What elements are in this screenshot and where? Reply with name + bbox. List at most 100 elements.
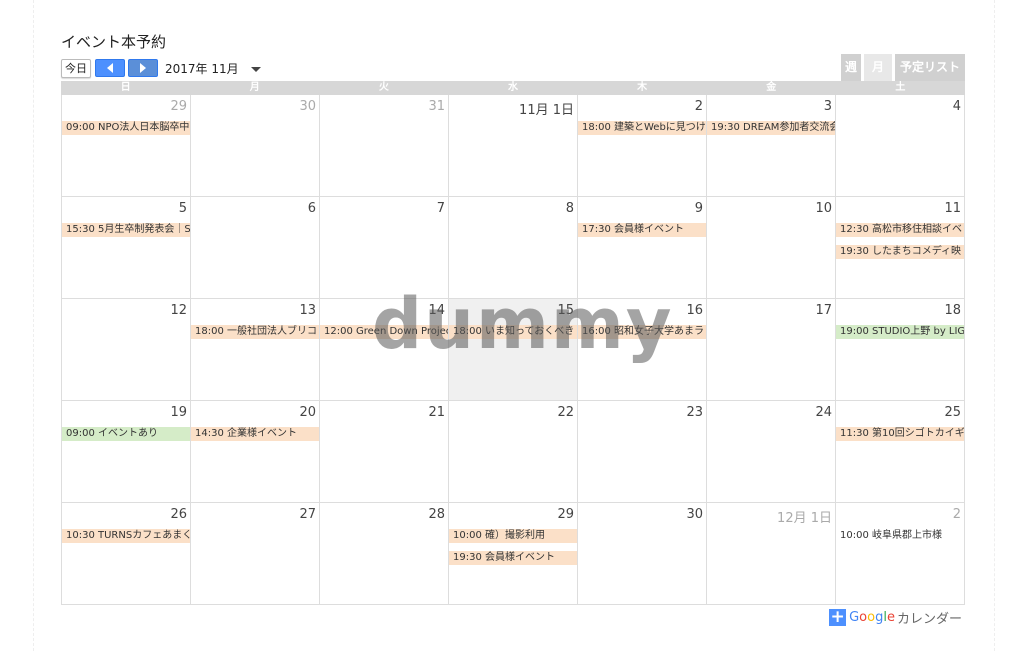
calendar-event[interactable]: 10:00 確）撮影利用 <box>449 529 577 543</box>
week-row: 26 10:30 TURNSカフェあまく 27 28 29 10:00 確）撮影利用 19:… <box>62 502 965 604</box>
google-logo: Google <box>849 610 895 625</box>
day-number: 12月 1日 <box>777 511 832 526</box>
weekday-label: 金 <box>766 82 777 93</box>
dropdown-arrow-icon[interactable] <box>250 66 261 72</box>
calendar-event[interactable]: 18:00 いま知っておくべき <box>449 325 577 339</box>
day-cell[interactable]: 13 18:00 一般社団法人ブリコ <box>191 299 320 400</box>
day-cell[interactable]: 31 <box>320 95 449 196</box>
month-grid: 29 09:00 NPO法人日本脳卒中 30 31 11月 1日 2 18:00 建築とWe… <box>61 95 965 605</box>
day-cell[interactable]: 24 <box>707 401 836 502</box>
prev-month-button[interactable] <box>95 59 125 77</box>
tab-month[interactable]: 月 <box>863 54 892 81</box>
day-number: 13 <box>299 303 316 318</box>
day-cell[interactable]: 30 <box>578 503 707 604</box>
day-number: 2 <box>694 99 703 114</box>
day-cell[interactable]: 4 <box>836 95 965 196</box>
day-number: 30 <box>299 99 316 114</box>
day-cell[interactable]: 29 09:00 NPO法人日本脳卒中 <box>62 95 191 196</box>
day-number: 5 <box>178 201 187 216</box>
calendar-event[interactable]: 18:00 建築とWebに見つけ <box>578 121 706 135</box>
day-cell[interactable]: 26 10:30 TURNSカフェあまく <box>62 503 191 604</box>
day-cell[interactable]: 25 11:30 第10回シゴトカイギ <box>836 401 965 502</box>
day-cell[interactable]: 9 17:30 会員様イベント <box>578 197 707 298</box>
day-number: 12 <box>170 303 187 318</box>
day-cell[interactable]: 28 <box>320 503 449 604</box>
day-number: 27 <box>299 507 316 522</box>
day-cell[interactable]: 15 18:00 いま知っておくべき <box>449 299 578 400</box>
calendar-event[interactable]: 14:30 企業様イベント <box>191 427 319 441</box>
calendar-event[interactable]: 09:00 イベントあり <box>62 427 190 441</box>
calendar-event[interactable]: 17:30 会員様イベント <box>578 223 706 237</box>
day-cell[interactable]: 3 19:30 DREAM参加者交流会 <box>707 95 836 196</box>
day-number: 7 <box>436 201 445 216</box>
day-number: 29 <box>557 507 574 522</box>
day-cell[interactable]: 29 10:00 確）撮影利用 19:30 会員様イベント <box>449 503 578 604</box>
weekday-label: 土 <box>895 82 906 93</box>
day-cell[interactable]: 6 <box>191 197 320 298</box>
calendar-toolbar: 今日 2017年 11月 <box>61 58 261 78</box>
day-cell[interactable]: 16 16:00 昭和女子大学あまラ <box>578 299 707 400</box>
chevron-left-icon <box>107 63 113 73</box>
day-number: 11月 1日 <box>519 103 574 118</box>
day-number: 6 <box>307 201 316 216</box>
tab-agenda[interactable]: 予定リスト <box>894 54 965 81</box>
calendar-title: イベント本予約 <box>61 33 167 51</box>
day-cell[interactable]: 18 19:00 STUDIO上野 by LIG <box>836 299 965 400</box>
calendar-label: カレンダー <box>896 612 962 627</box>
day-cell[interactable]: 14 12:00 Green Down Project <box>320 299 449 400</box>
day-cell[interactable]: 5 15:30 5月生卒制発表会｜S <box>62 197 191 298</box>
day-cell[interactable]: 12 <box>62 299 191 400</box>
day-cell[interactable]: 22 <box>449 401 578 502</box>
calendar-event[interactable]: 19:30 DREAM参加者交流会 <box>707 121 835 135</box>
calendar-event[interactable]: 19:30 したまちコメディ映 <box>836 245 964 259</box>
day-number: 28 <box>428 507 445 522</box>
day-cell[interactable]: 2 10:00 岐阜県郡上市様 <box>836 503 965 604</box>
day-number: 17 <box>815 303 832 318</box>
day-number: 22 <box>557 405 574 420</box>
day-number: 14 <box>428 303 445 318</box>
day-number: 21 <box>428 405 445 420</box>
day-cell[interactable]: 20 14:30 企業様イベント <box>191 401 320 502</box>
today-button[interactable]: 今日 <box>61 58 91 78</box>
calendar-event[interactable]: 19:00 STUDIO上野 by LIG <box>836 325 964 339</box>
calendar-event[interactable]: 18:00 一般社団法人ブリコ <box>191 325 319 339</box>
tab-week[interactable]: 週 <box>840 54 861 81</box>
day-number: 25 <box>944 405 961 420</box>
calendar-event[interactable]: 10:30 TURNSカフェあまく <box>62 529 190 543</box>
day-cell[interactable]: 23 <box>578 401 707 502</box>
day-cell[interactable]: 11 12:30 高松市移住相談イベ 19:30 したまちコメディ映 <box>836 197 965 298</box>
day-cell[interactable]: 30 <box>191 95 320 196</box>
day-cell[interactable]: 17 <box>707 299 836 400</box>
calendar-event[interactable]: 12:30 高松市移住相談イベ <box>836 223 964 237</box>
calendar-event[interactable]: 16:00 昭和女子大学あまラ <box>578 325 706 339</box>
day-cell[interactable]: 12月 1日 <box>707 503 836 604</box>
day-number: 26 <box>170 507 187 522</box>
calendar-event[interactable]: 19:30 会員様イベント <box>449 551 577 565</box>
google-calendar-link[interactable]: + Google カレンダー <box>829 608 962 627</box>
calendar-event[interactable]: 10:00 岐阜県郡上市様 <box>836 529 964 543</box>
day-cell[interactable]: 21 <box>320 401 449 502</box>
chevron-right-icon <box>140 63 146 73</box>
weekday-label: 日 <box>120 82 131 93</box>
week-row: 19 09:00 イベントあり 20 14:30 企業様イベント 21 22 23 24 25 1… <box>62 400 965 502</box>
next-month-button[interactable] <box>128 59 158 77</box>
view-tabs: 週 月 予定リスト <box>838 54 965 81</box>
day-number: 18 <box>944 303 961 318</box>
weekday-label: 月 <box>249 82 260 93</box>
calendar-event[interactable]: 09:00 NPO法人日本脳卒中 <box>62 121 190 135</box>
day-cell[interactable]: 8 <box>449 197 578 298</box>
calendar-event[interactable]: 11:30 第10回シゴトカイギ <box>836 427 964 441</box>
calendar-event[interactable]: 12:00 Green Down Project <box>320 325 448 339</box>
day-cell[interactable]: 10 <box>707 197 836 298</box>
day-cell[interactable]: 11月 1日 <box>449 95 578 196</box>
day-number: 2 <box>952 507 961 522</box>
calendar-event[interactable]: 15:30 5月生卒制発表会｜S <box>62 223 190 237</box>
day-cell[interactable]: 7 <box>320 197 449 298</box>
plus-icon: + <box>829 607 847 627</box>
day-cell[interactable]: 27 <box>191 503 320 604</box>
current-month-label: 2017年 11月 <box>165 61 239 76</box>
day-cell[interactable]: 2 18:00 建築とWebに見つけ <box>578 95 707 196</box>
day-cell[interactable]: 19 09:00 イベントあり <box>62 401 191 502</box>
day-number: 15 <box>557 303 574 318</box>
day-number: 20 <box>299 405 316 420</box>
